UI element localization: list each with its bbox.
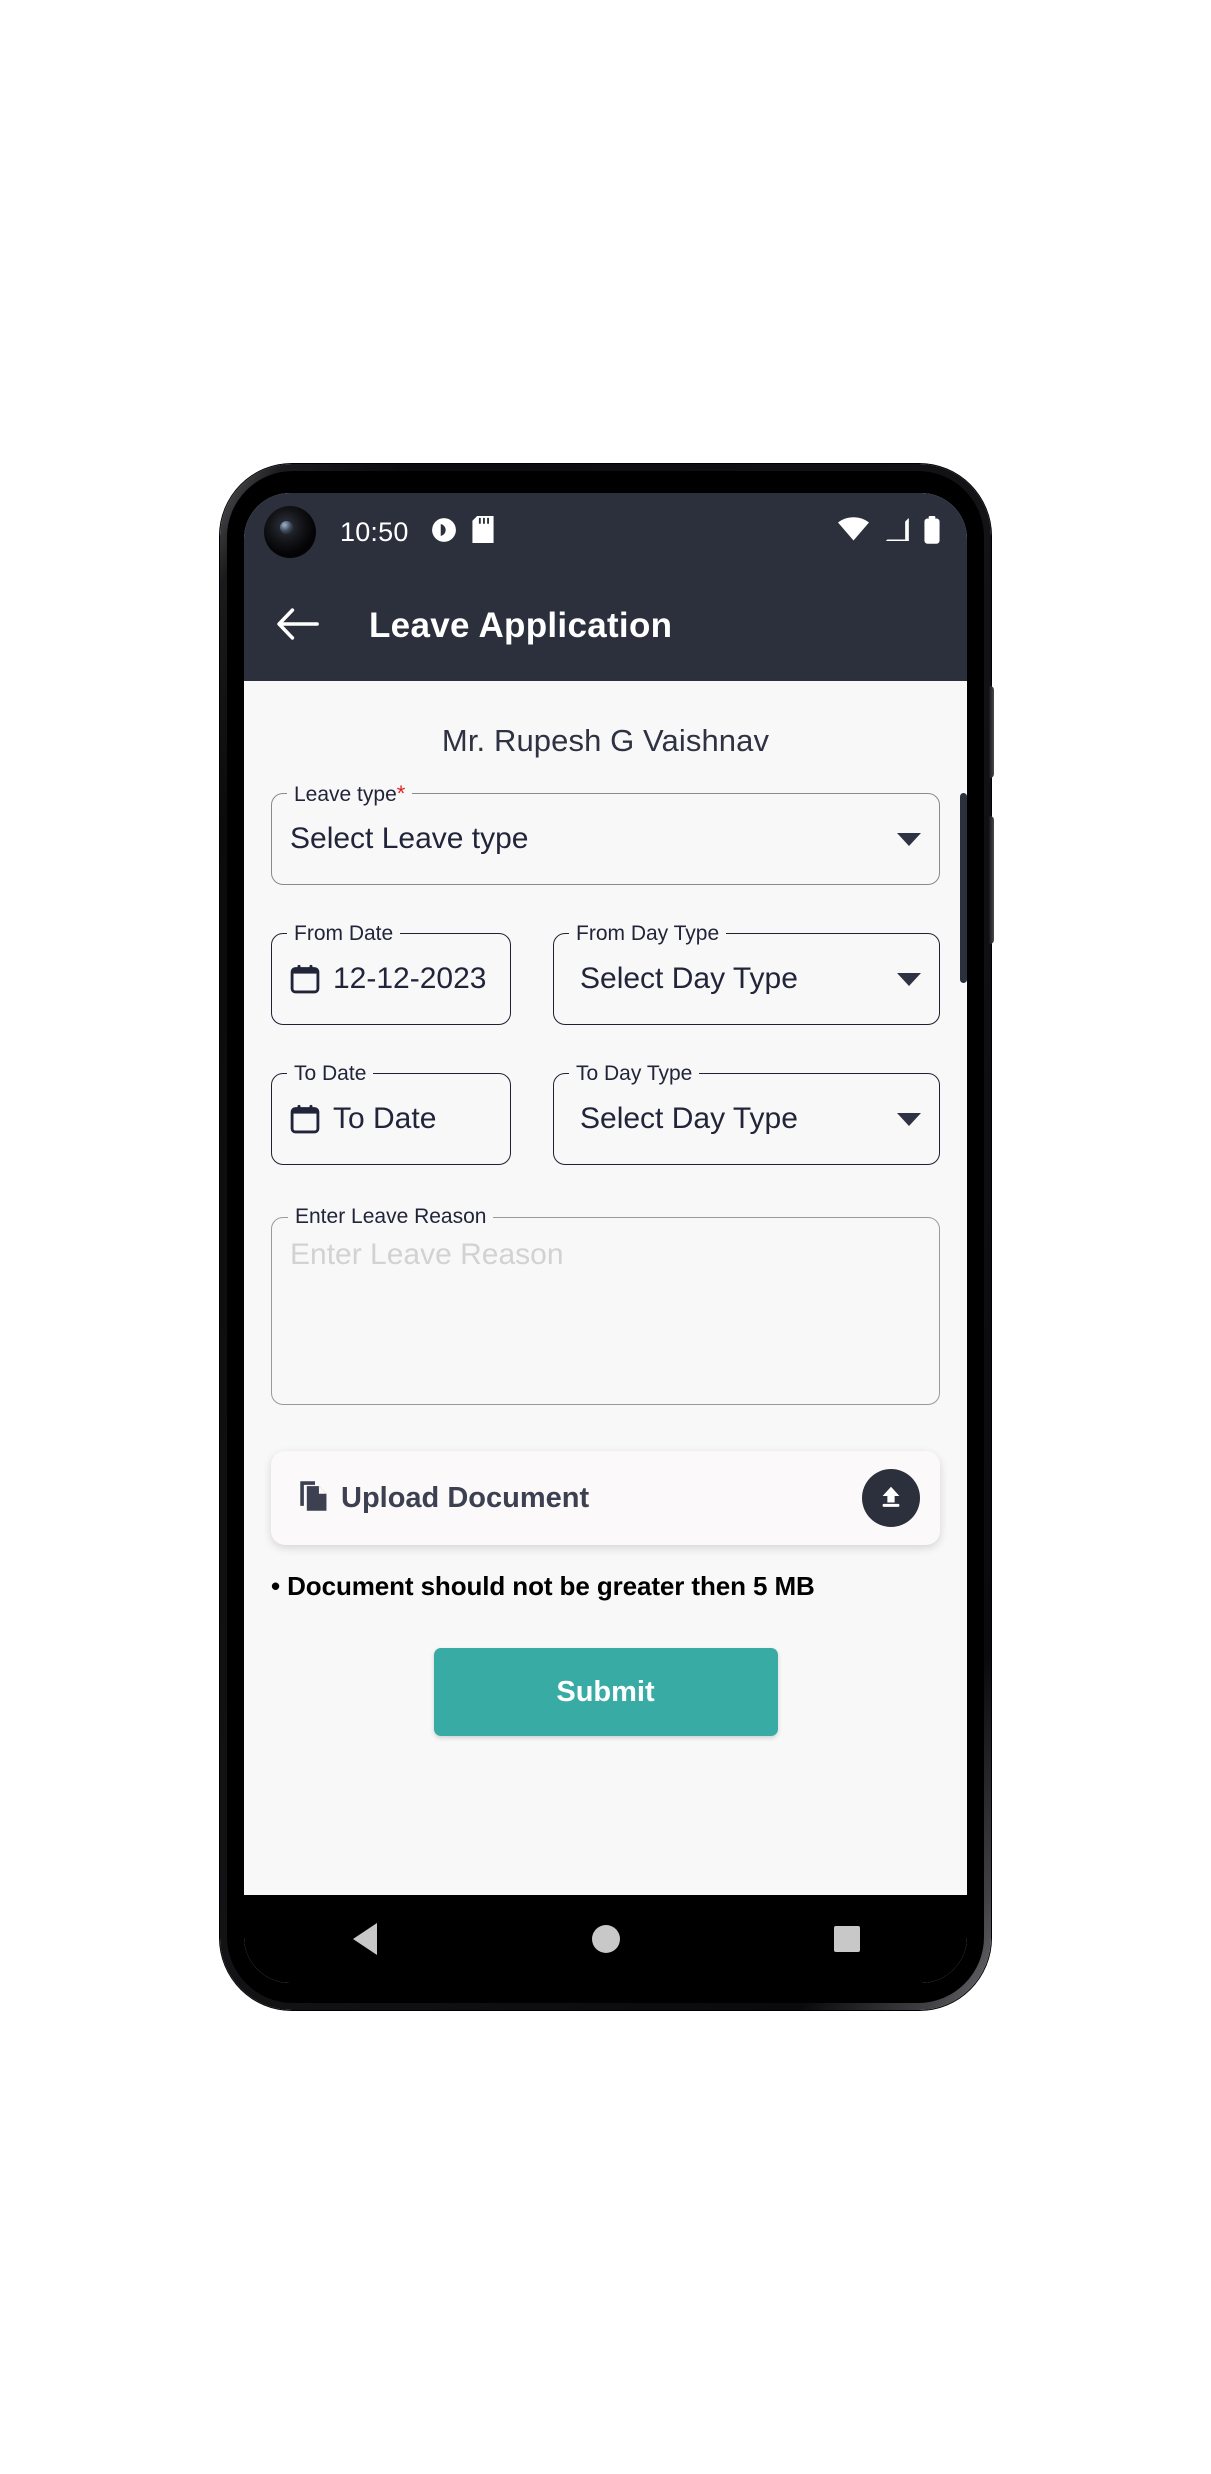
page-title: Leave Application (369, 606, 673, 645)
from-day-type-column: From Day Type Select Day Type (553, 921, 940, 1025)
to-day-type-value: Select Day Type (580, 1102, 798, 1135)
phone-device-frame: 10:50 Leave Application Mr. Rupesh G Vai… (220, 464, 994, 2010)
upload-document-card[interactable]: Upload Document (271, 1451, 940, 1545)
recents-square-icon (833, 1926, 860, 1952)
submit-button[interactable]: Submit (433, 1648, 778, 1736)
status-bar-notifications (431, 516, 494, 548)
upload-document-label: Upload Document (341, 1481, 590, 1514)
to-date-label: To Date (287, 1061, 374, 1087)
leave-type-label-text: Leave type (294, 783, 397, 806)
volume-button[interactable] (989, 686, 994, 778)
leave-reason-label: Enter Leave Reason (288, 1205, 494, 1229)
chevron-down-icon (897, 1112, 921, 1126)
submit-row: Submit (271, 1648, 940, 1736)
upload-size-note: • Document should not be greater then 5 … (271, 1571, 815, 1601)
to-day-type-column: To Day Type Select Day Type (553, 1061, 940, 1165)
status-bar-clock: 10:50 (340, 516, 409, 547)
front-camera-punch-hole (264, 506, 316, 558)
app-bar: Leave Application (244, 571, 967, 681)
wifi-icon (838, 517, 869, 547)
back-arrow-icon (275, 607, 319, 646)
android-navigation-bar (244, 1895, 967, 1983)
leave-reason-textarea[interactable]: Enter Leave Reason Enter Leave Reason (271, 1205, 940, 1405)
from-row: From Date 12-12-2023 From Day Type Selec… (271, 921, 940, 1025)
from-date-column: From Date 12-12-2023 (271, 921, 511, 1025)
to-date-column: To Date To Date (271, 1061, 511, 1165)
calendar-icon (290, 964, 320, 994)
to-day-type-dropdown[interactable]: To Day Type Select Day Type (553, 1061, 940, 1165)
back-button[interactable] (268, 597, 326, 655)
from-date-label: From Date (287, 921, 401, 947)
to-day-type-label: To Day Type (569, 1061, 700, 1087)
phone-bezel: 10:50 Leave Application Mr. Rupesh G Vai… (227, 471, 984, 2003)
form-content: Mr. Rupesh G Vaishnav Leave type* Select… (244, 681, 967, 1895)
chevron-down-icon (897, 832, 921, 846)
to-date-field[interactable]: To Date To Date (271, 1061, 511, 1165)
back-triangle-icon (352, 1923, 377, 1955)
from-day-type-dropdown[interactable]: From Day Type Select Day Type (553, 921, 940, 1025)
required-asterisk: * (396, 781, 406, 806)
employee-name: Mr. Rupesh G Vaishnav (441, 723, 770, 758)
cellular-signal-icon (882, 517, 910, 547)
leave-reason-placeholder: Enter Leave Reason (290, 1238, 564, 1271)
leave-type-dropdown[interactable]: Leave type* Select Leave type (271, 781, 940, 885)
screen-record-icon (431, 517, 457, 548)
status-bar: 10:50 (244, 493, 967, 571)
sd-card-icon (472, 516, 494, 548)
to-date-value: To Date (333, 1102, 437, 1135)
nav-recents-button[interactable] (811, 1908, 883, 1970)
screenshot-stage: 10:50 Leave Application Mr. Rupesh G Vai… (0, 0, 1211, 2474)
chevron-down-icon (897, 972, 921, 986)
power-button[interactable] (989, 816, 994, 944)
phone-screen: 10:50 Leave Application Mr. Rupesh G Vai… (244, 493, 967, 1983)
status-bar-system-icons (838, 515, 941, 549)
from-date-value: 12-12-2023 (333, 962, 487, 995)
document-copy-icon (297, 1478, 333, 1519)
from-day-type-value: Select Day Type (580, 962, 798, 995)
from-date-field[interactable]: From Date 12-12-2023 (271, 921, 511, 1025)
leave-type-value: Select Leave type (290, 822, 529, 855)
leave-type-label: Leave type* (287, 781, 413, 808)
home-circle-icon (591, 1925, 620, 1953)
battery-icon (923, 515, 941, 549)
nav-home-button[interactable] (570, 1908, 642, 1970)
calendar-icon (290, 1104, 320, 1134)
from-day-type-label: From Day Type (569, 921, 727, 947)
upload-button[interactable] (862, 1469, 920, 1527)
nav-back-button[interactable] (329, 1908, 401, 1970)
upload-arrow-icon (877, 1482, 905, 1515)
scrollbar-thumb[interactable] (960, 793, 967, 983)
to-row: To Date To Date To Day Type Select Day T… (271, 1061, 940, 1165)
